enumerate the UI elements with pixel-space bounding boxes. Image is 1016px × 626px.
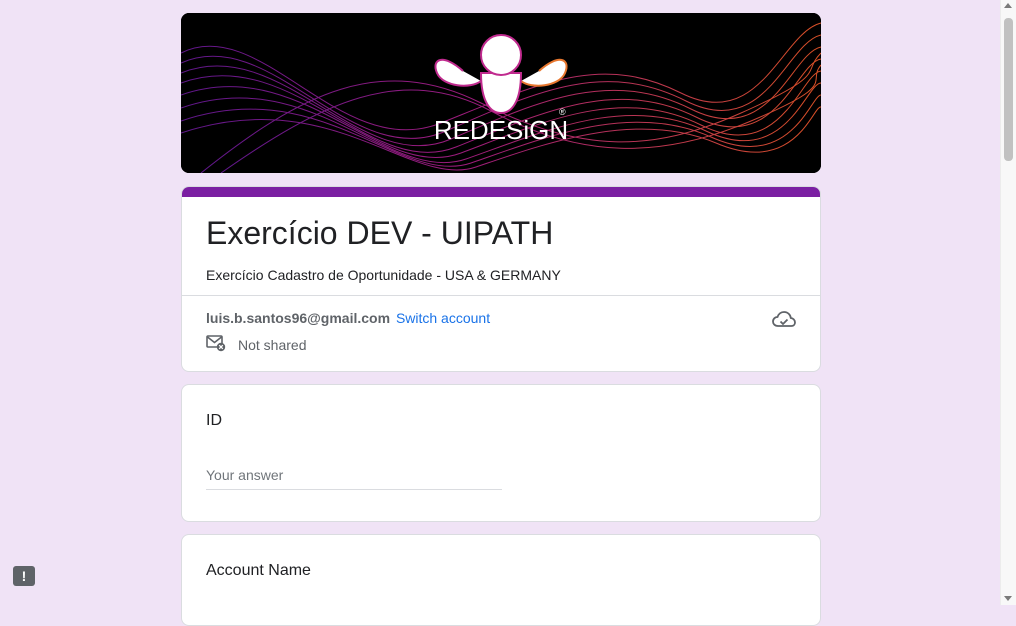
question-card-account-name: Account Name [181,534,821,626]
scroll-up-arrow-icon[interactable] [1004,3,1012,8]
account-email: luis.b.santos96@gmail.com [206,310,391,326]
cloud-save-icon[interactable] [772,310,796,335]
shared-status-row: Not shared [206,334,307,357]
scrollbar-thumb[interactable] [1004,18,1013,161]
form-header-card: Exercício DEV - UIPATH Exercício Cadastr… [181,186,821,372]
scroll-down-arrow-icon[interactable] [1004,596,1012,601]
account-info: luis.b.santos96@gmail.com Switch account [206,308,490,328]
shared-status-text: Not shared [238,337,307,353]
banner-registered-mark: ® [559,107,566,117]
switch-account-link[interactable]: Switch account [396,310,490,326]
banner-artwork: REDESiGN ® [181,13,821,173]
report-issue-icon[interactable]: ! [13,566,35,586]
question-card-id: ID [181,384,821,522]
form-title: Exercício DEV - UIPATH [206,215,554,251]
page-scrollbar[interactable] [1000,0,1016,605]
form-description: Exercício Cadastro de Oportunidade - USA… [206,267,561,283]
question-title-account-name: Account Name [206,562,311,579]
header-banner: REDESiGN ® [181,13,821,173]
accent-bar [182,187,820,197]
question-title-id: ID [206,412,222,429]
id-answer-input[interactable] [206,461,502,490]
mail-not-shared-icon [206,334,226,357]
header-divider [182,295,820,296]
banner-brand-text: REDESiGN [434,115,568,145]
